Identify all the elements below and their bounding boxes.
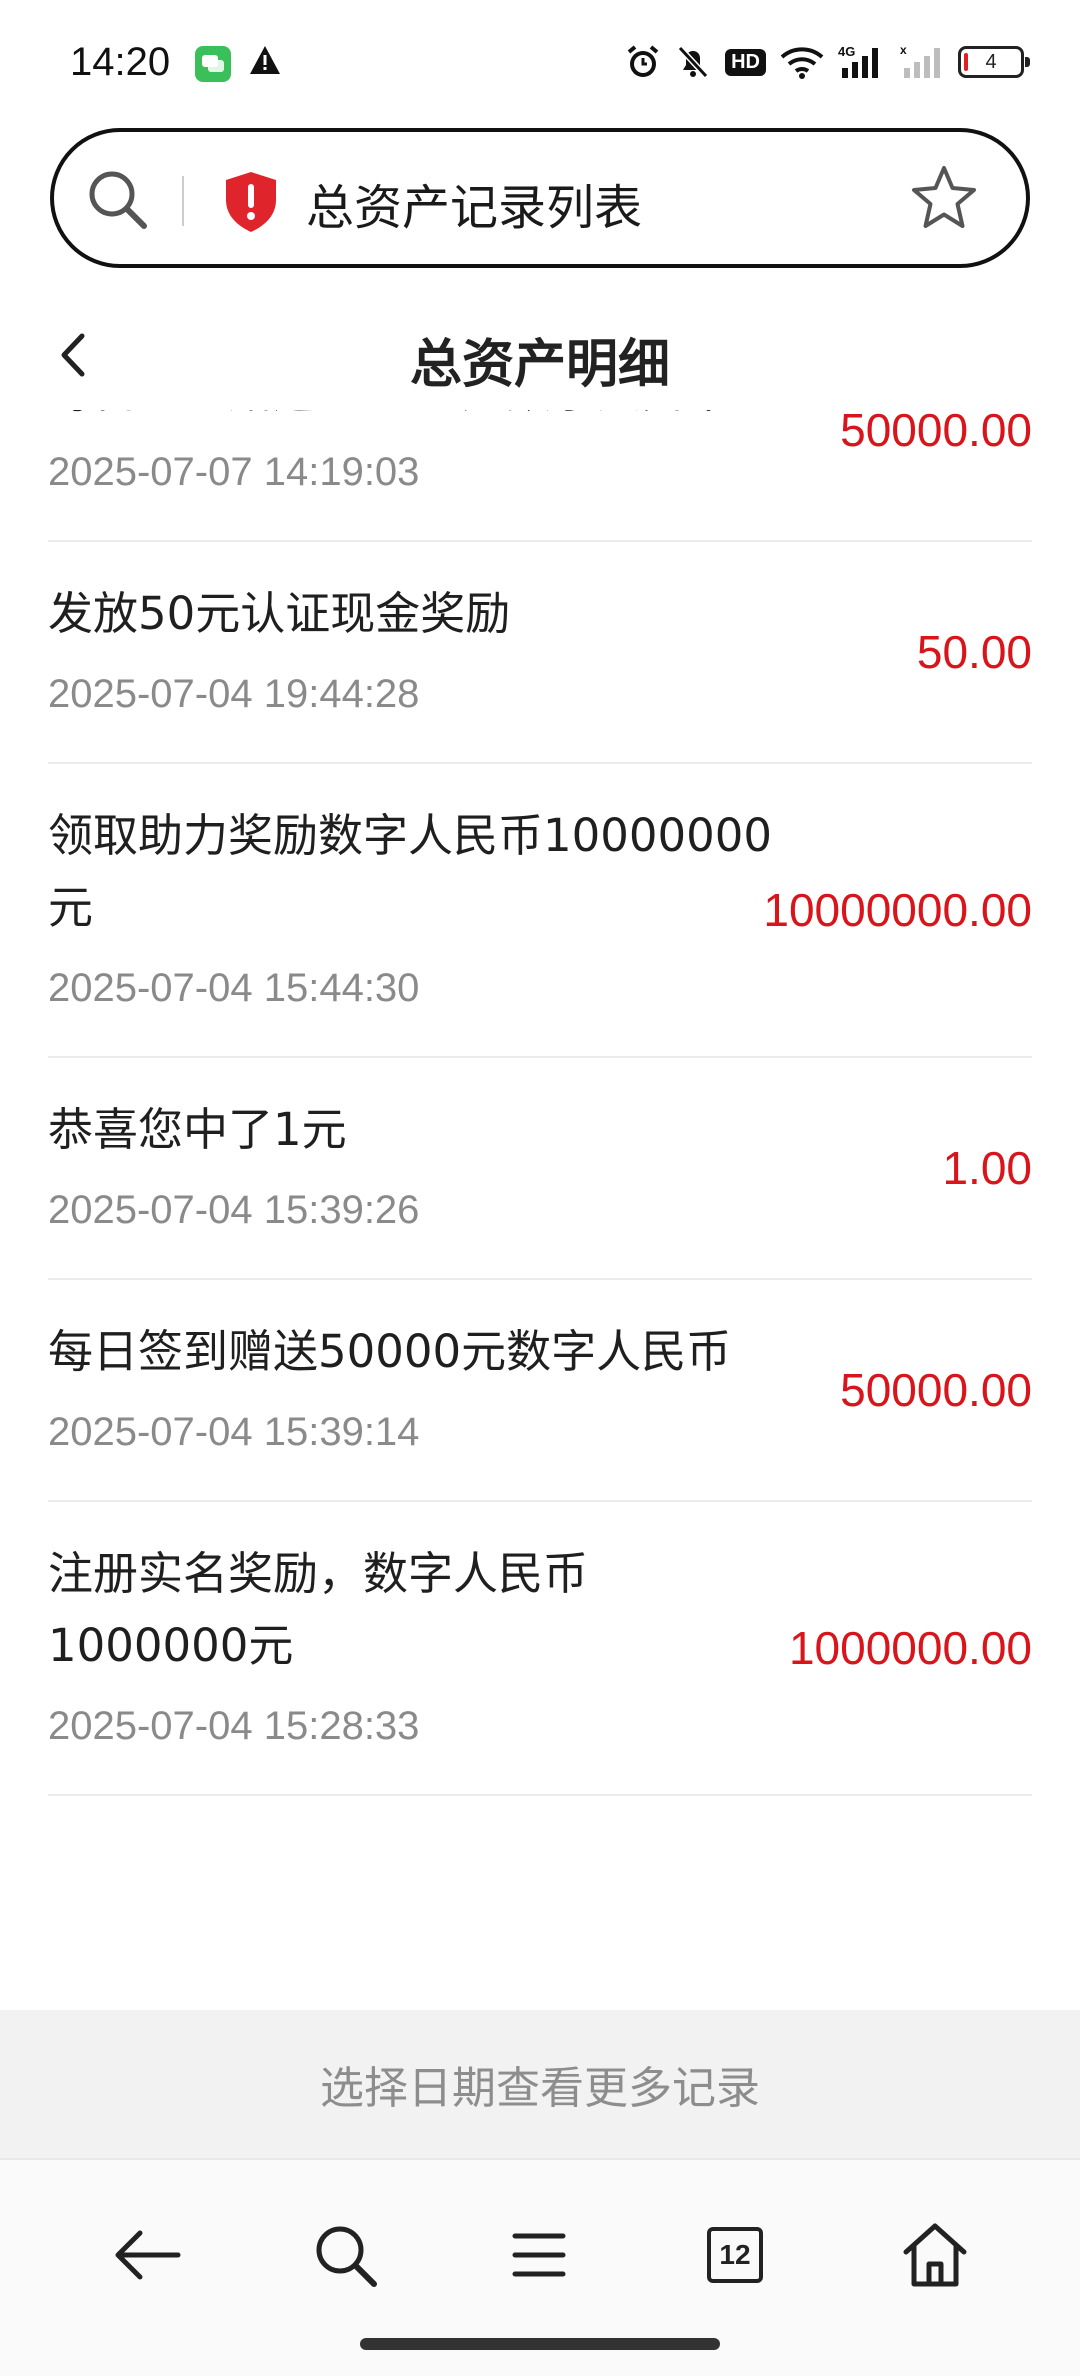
nav-home-button[interactable] bbox=[890, 2210, 980, 2300]
address-search-bar[interactable]: 总资产记录列表 bbox=[50, 128, 1030, 268]
record-title: 恭喜您中了1元 bbox=[48, 1103, 347, 1156]
alarm-icon bbox=[625, 44, 661, 80]
record-item[interactable]: 注册实名奖励，数字人民币1000000元 2025-07-04 15:28:33… bbox=[48, 1502, 1032, 1796]
wifi-icon bbox=[780, 45, 824, 79]
battery-level: 4 bbox=[985, 50, 997, 73]
record-amount: 1.00 bbox=[942, 1142, 1032, 1194]
record-amount: 50.00 bbox=[916, 626, 1032, 678]
record-time: 2025-07-04 15:39:26 bbox=[48, 1188, 420, 1232]
record-amount: 50000.00 bbox=[840, 1364, 1032, 1416]
warning-icon bbox=[248, 44, 282, 80]
search-query-text[interactable]: 总资产记录列表 bbox=[306, 168, 642, 238]
record-title: 每日签到赠送50000元数字人民币 bbox=[48, 410, 778, 428]
hd-icon: HD bbox=[725, 48, 766, 76]
svg-text:x: x bbox=[900, 44, 907, 57]
home-indicator[interactable] bbox=[360, 2338, 720, 2350]
record-amount: 10000000.00 bbox=[763, 884, 1032, 936]
menu-icon bbox=[512, 2233, 566, 2277]
nav-search-button[interactable] bbox=[300, 2210, 390, 2300]
search-icon[interactable] bbox=[84, 166, 152, 238]
records-list: 每日签到赠送50000元数字人民币 2025-07-07 14:19:03 50… bbox=[0, 410, 1080, 1796]
record-amount: 50000.00 bbox=[840, 410, 1032, 456]
record-title: 发放50元认证现金奖励 bbox=[48, 587, 511, 640]
page-title: 总资产明细 bbox=[409, 335, 670, 395]
tabs-count: 12 bbox=[707, 2227, 763, 2283]
search-icon bbox=[316, 2226, 377, 2287]
star-icon[interactable] bbox=[908, 162, 980, 238]
nav-back-button[interactable] bbox=[102, 2210, 192, 2300]
record-item[interactable]: 发放50元认证现金奖励 2025-07-04 19:44:28 50.00 bbox=[48, 542, 1032, 764]
status-time: 14:20 bbox=[70, 40, 171, 84]
status-bar: 14:20 HD 4G x 4 bbox=[0, 0, 1080, 120]
records-list-viewport[interactable]: 每日签到赠送50000元数字人民币 2025-07-07 14:19:03 50… bbox=[0, 410, 1080, 2010]
select-date-more-records-button[interactable]: 选择日期查看更多记录 bbox=[0, 2010, 1080, 2158]
mute-icon bbox=[675, 44, 711, 80]
record-title: 领取助力奖励数字人民币10000000元 bbox=[48, 809, 773, 934]
status-icons: HD 4G x 4 bbox=[625, 44, 1030, 80]
hd-label: HD bbox=[725, 48, 766, 76]
page-header: 总资产明细 bbox=[0, 300, 1080, 410]
record-item[interactable]: 领取助力奖励数字人民币10000000元 2025-07-04 15:44:30… bbox=[48, 764, 1032, 1058]
battery-icon: 4 bbox=[958, 46, 1030, 78]
record-item[interactable]: 恭喜您中了1元 2025-07-04 15:39:26 1.00 bbox=[48, 1058, 1032, 1280]
search-divider bbox=[182, 176, 184, 226]
message-icon bbox=[195, 46, 231, 82]
home-icon bbox=[903, 2223, 967, 2287]
nav-menu-button[interactable] bbox=[494, 2210, 584, 2300]
record-time: 2025-07-04 19:44:28 bbox=[48, 672, 420, 716]
record-title: 注册实名奖励，数字人民币1000000元 bbox=[48, 1547, 589, 1672]
nav-tabs-button[interactable]: 12 bbox=[690, 2210, 780, 2300]
record-item[interactable]: 每日签到赠送50000元数字人民币 2025-07-04 15:39:14 50… bbox=[48, 1280, 1032, 1502]
shield-warning-icon[interactable] bbox=[222, 170, 280, 238]
signal-icon: x bbox=[900, 44, 944, 80]
record-title: 每日签到赠送50000元数字人民币 bbox=[48, 1325, 732, 1378]
svg-text:4G: 4G bbox=[838, 44, 855, 59]
record-item[interactable]: 每日签到赠送50000元数字人民币 2025-07-07 14:19:03 50… bbox=[48, 410, 1032, 542]
record-amount: 1000000.00 bbox=[788, 1622, 1032, 1674]
arrow-left-icon bbox=[115, 2230, 181, 2280]
signal-4g-icon: 4G bbox=[838, 44, 886, 80]
